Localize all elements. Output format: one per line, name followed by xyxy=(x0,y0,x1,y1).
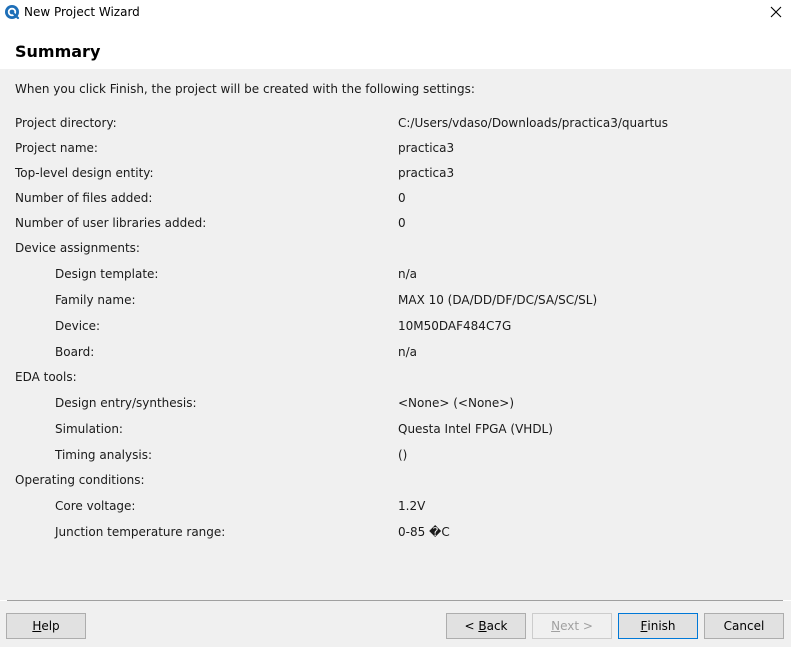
setting-value: 10M50DAF484C7G xyxy=(398,319,512,333)
setting-value: 1.2V xyxy=(398,499,426,513)
setting-group-header: EDA tools: xyxy=(0,369,791,385)
setting-row: Family name: MAX 10 (DA/DD/DF/DC/SA/SC/S… xyxy=(0,292,791,308)
setting-value: MAX 10 (DA/DD/DF/DC/SA/SC/SL) xyxy=(398,293,598,307)
setting-value: practica3 xyxy=(398,141,455,155)
button-accelerator: H xyxy=(32,619,42,633)
setting-row: Core voltage: 1.2V xyxy=(0,498,791,514)
window-title: New Project Wizard xyxy=(24,5,140,19)
setting-label: Core voltage: xyxy=(55,499,136,513)
setting-row: Device: 10M50DAF484C7G xyxy=(0,318,791,334)
setting-label: Simulation: xyxy=(55,422,123,436)
setting-label: Operating conditions: xyxy=(15,473,145,487)
setting-label: Device: xyxy=(55,319,101,333)
setting-row: Board: n/a xyxy=(0,344,791,360)
setting-value: C:/Users/vdaso/Downloads/practica3/quart… xyxy=(398,116,669,130)
close-button[interactable] xyxy=(761,0,791,24)
next-button[interactable]: Next > xyxy=(532,613,612,639)
button-accelerator: N xyxy=(551,619,561,633)
button-bar: Help < Back Next > Finish Cancel xyxy=(0,601,791,647)
setting-value: n/a xyxy=(398,267,418,281)
setting-row: Number of files added: 0 xyxy=(0,190,791,206)
setting-row: Simulation: Questa Intel FPGA (VHDL) xyxy=(0,421,791,437)
finish-button[interactable]: Finish xyxy=(618,613,698,639)
close-icon xyxy=(770,6,782,18)
setting-row: Design entry/synthesis: <None> (<None>) xyxy=(0,395,791,411)
button-accelerator: B xyxy=(478,619,487,633)
setting-value: () xyxy=(398,448,408,462)
setting-label: Board: xyxy=(55,345,95,359)
setting-value: n/a xyxy=(398,345,418,359)
back-button[interactable]: < Back xyxy=(446,613,526,639)
setting-label: Project directory: xyxy=(15,116,117,130)
setting-label: Device assignments: xyxy=(15,241,140,255)
button-label: Cancel xyxy=(723,619,765,633)
setting-value: 0-85 �C xyxy=(398,525,450,539)
setting-label: Number of files added: xyxy=(15,191,153,205)
setting-row: Project directory: C:/Users/vdaso/Downlo… xyxy=(0,115,791,131)
setting-label: Design template: xyxy=(55,267,159,281)
setting-value: Questa Intel FPGA (VHDL) xyxy=(398,422,553,436)
setting-row: Junction temperature range: 0-85 �C xyxy=(0,524,791,540)
new-project-wizard-window: New Project Wizard Summary When you clic… xyxy=(0,0,791,647)
setting-label: Family name: xyxy=(55,293,136,307)
setting-row: Design template: n/a xyxy=(0,266,791,282)
setting-value: <None> (<None>) xyxy=(398,396,515,410)
setting-label: Junction temperature range: xyxy=(55,525,226,539)
setting-value: 0 xyxy=(398,216,406,230)
setting-value: 0 xyxy=(398,191,406,205)
intro-text: When you click Finish, the project will … xyxy=(15,82,475,96)
quartus-app-icon xyxy=(4,4,20,20)
button-label-prefix: < xyxy=(464,619,479,633)
setting-label: Project name: xyxy=(15,141,98,155)
button-label-suffix: ack xyxy=(486,619,508,633)
button-label-suffix: elp xyxy=(41,619,60,633)
page-title: Summary xyxy=(15,42,101,61)
setting-group-header: Device assignments: xyxy=(0,240,791,256)
setting-row: Project name: practica3 xyxy=(0,140,791,156)
setting-row: Top-level design entity: practica3 xyxy=(0,165,791,181)
setting-label: Timing analysis: xyxy=(55,448,152,462)
setting-group-header: Operating conditions: xyxy=(0,472,791,488)
setting-row: Number of user libraries added: 0 xyxy=(0,215,791,231)
button-label-suffix: ext > xyxy=(560,619,593,633)
setting-label: Number of user libraries added: xyxy=(15,216,207,230)
title-bar[interactable]: New Project Wizard xyxy=(0,0,791,24)
setting-label: Design entry/synthesis: xyxy=(55,396,197,410)
setting-label: EDA tools: xyxy=(15,370,77,384)
setting-row: Timing analysis: () xyxy=(0,447,791,463)
button-label-suffix: inish xyxy=(647,619,676,633)
setting-label: Top-level design entity: xyxy=(15,166,154,180)
button-accelerator: F xyxy=(640,619,648,633)
cancel-button[interactable]: Cancel xyxy=(704,613,784,639)
wizard-header: Summary xyxy=(0,28,791,69)
help-button[interactable]: Help xyxy=(6,613,86,639)
setting-value: practica3 xyxy=(398,166,455,180)
summary-panel: When you click Finish, the project will … xyxy=(0,69,791,600)
